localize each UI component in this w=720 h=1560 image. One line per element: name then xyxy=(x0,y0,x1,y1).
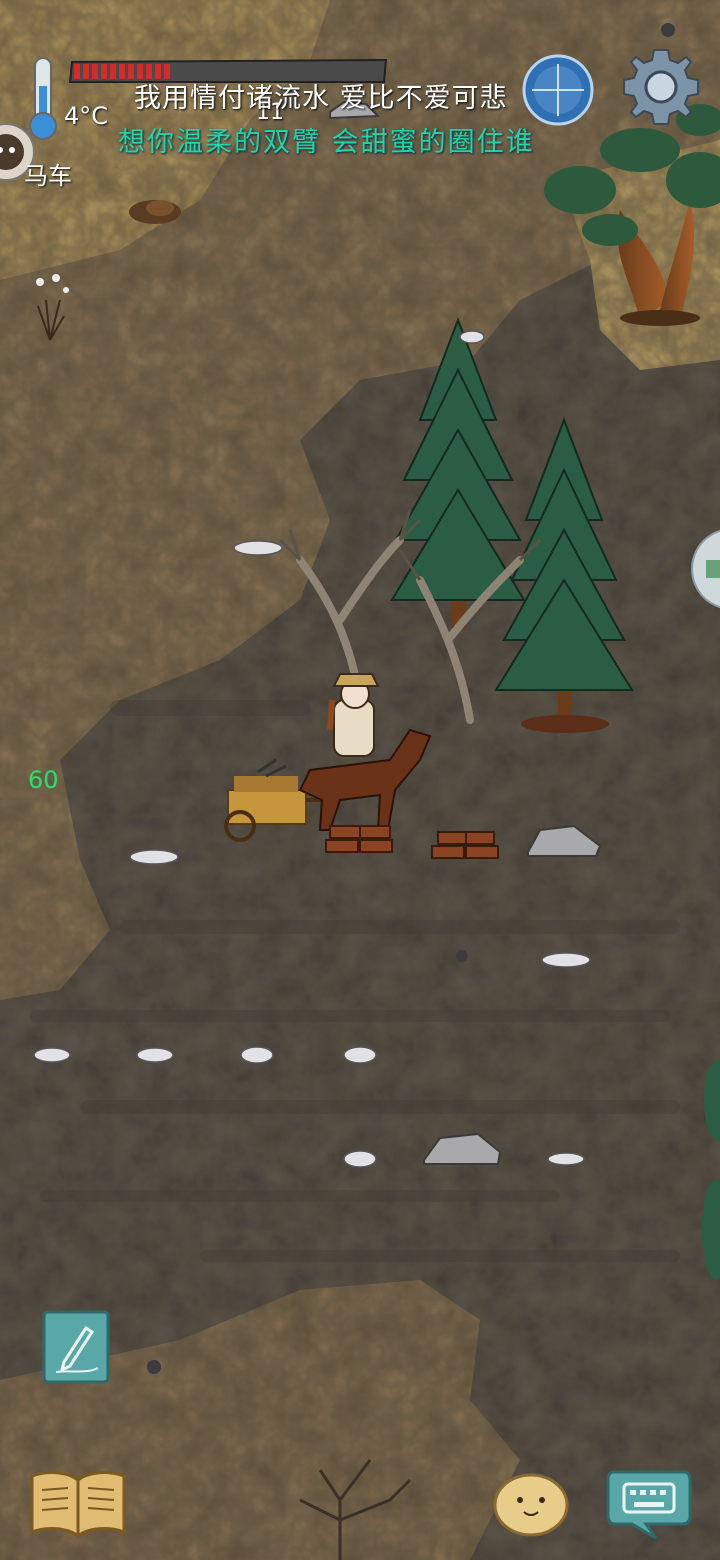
fps-counter: 60 xyxy=(28,766,59,794)
health-segment xyxy=(101,64,107,79)
temperature-readout: 4°C xyxy=(64,102,109,130)
lyric-line-1: 我用情付诸流水 爱比不爱可悲 xyxy=(134,83,508,114)
side-bubble-icon[interactable] xyxy=(690,526,720,612)
health-segment xyxy=(74,64,80,79)
health-segment xyxy=(92,64,98,79)
journal-icon[interactable] xyxy=(28,1468,128,1538)
health-segment xyxy=(83,64,89,79)
keyboard-icon[interactable] xyxy=(606,1466,692,1540)
wagon-label: 马车 xyxy=(24,162,72,190)
potato-face-icon[interactable] xyxy=(492,1470,570,1538)
lyric-line-2: 想你温柔的双臂 会甜蜜的圈住谁 xyxy=(118,127,535,158)
compass-icon[interactable] xyxy=(520,52,596,128)
gear-icon[interactable] xyxy=(620,46,702,128)
pencil-icon[interactable] xyxy=(42,1310,110,1384)
health-segment xyxy=(119,64,125,79)
health-segment xyxy=(110,64,116,79)
